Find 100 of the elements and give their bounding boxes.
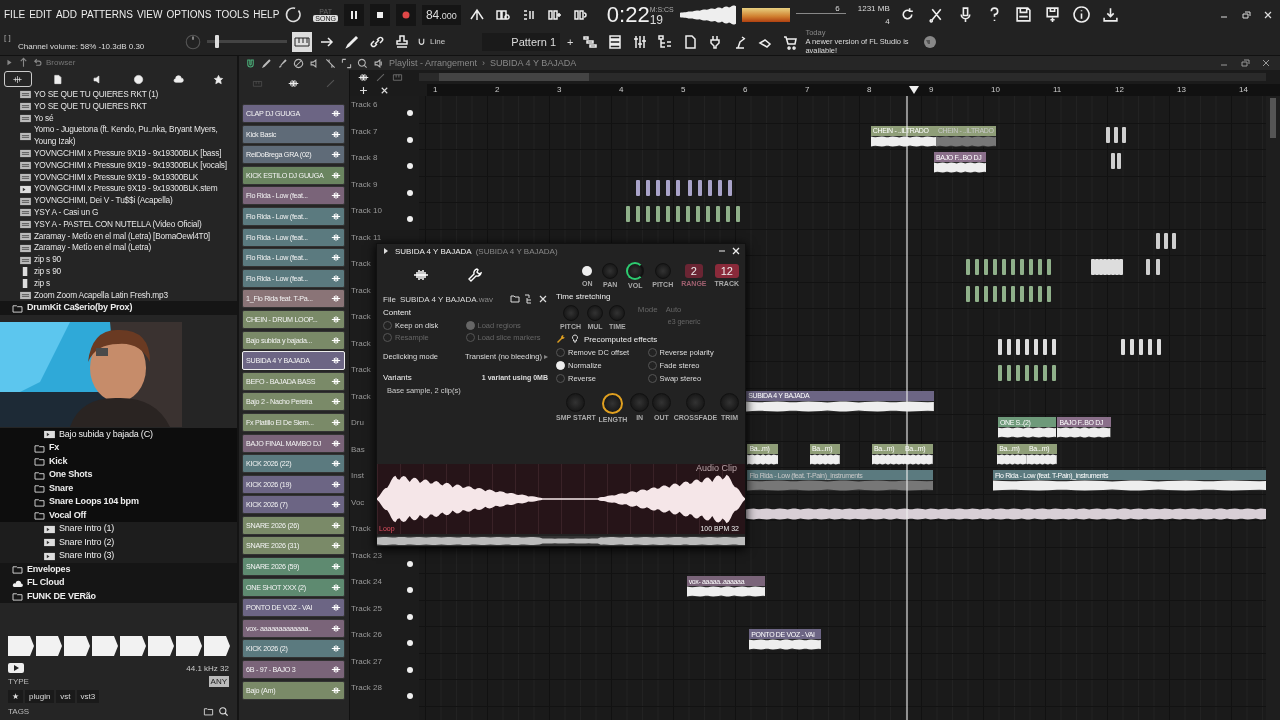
pattern-block[interactable] bbox=[1148, 338, 1152, 355]
track-name[interactable]: Track 7 bbox=[351, 126, 378, 136]
track-name[interactable]: Track bbox=[351, 259, 371, 268]
pattern-block[interactable] bbox=[718, 179, 722, 196]
folder-item[interactable]: FL Cloud bbox=[0, 576, 237, 590]
pattern-block[interactable] bbox=[984, 285, 988, 302]
pattern-block[interactable] bbox=[1029, 285, 1033, 302]
piano-roll-button[interactable] bbox=[292, 31, 312, 52]
pattern-block[interactable] bbox=[1106, 126, 1110, 143]
tempo-field[interactable]: 84.000 bbox=[421, 4, 461, 25]
speaker-icon[interactable] bbox=[309, 57, 320, 69]
browser-file[interactable]: Zoom Zoom Acapella Latin Fresh.mp3 bbox=[0, 289, 237, 302]
pattern-block[interactable] bbox=[646, 179, 650, 196]
tag-chip[interactable]: ★ bbox=[8, 690, 23, 703]
tree-item[interactable]: Snare Loops 104 bpm bbox=[0, 495, 237, 509]
save-icon[interactable] bbox=[1014, 6, 1032, 23]
track-enable-dot[interactable] bbox=[407, 693, 413, 699]
track-name[interactable]: Track 24 bbox=[351, 577, 382, 586]
pattern-block[interactable] bbox=[1016, 338, 1020, 355]
info-icon[interactable] bbox=[1072, 6, 1090, 23]
track-enable-dot[interactable] bbox=[407, 110, 413, 116]
track-name[interactable]: Track 6 bbox=[351, 100, 378, 109]
track-enable-dot[interactable] bbox=[407, 587, 413, 593]
pattern-block[interactable] bbox=[1038, 285, 1042, 302]
track-enable-dot[interactable] bbox=[407, 189, 413, 196]
track-name[interactable]: Track 23 bbox=[351, 550, 382, 560]
browser-file[interactable]: Zaramay - Metío en el mal (Letra) [BomaOewl4T0] bbox=[0, 230, 237, 243]
tree-item[interactable]: One Shots bbox=[0, 468, 237, 482]
browser-file[interactable]: YOVNGCHIMI x Pressure 9X19 - 9x19300BLK [vocals] bbox=[0, 159, 237, 172]
menu-item[interactable]: EDIT bbox=[29, 9, 52, 20]
pattern-block[interactable] bbox=[998, 338, 1002, 355]
menu-item[interactable]: TOOLS bbox=[215, 9, 250, 20]
play-icon[interactable] bbox=[8, 663, 24, 673]
pattern-block[interactable] bbox=[1157, 338, 1161, 355]
restore-icon[interactable] bbox=[1240, 58, 1250, 68]
pattern-block[interactable] bbox=[688, 179, 692, 196]
menu-item[interactable]: FILE bbox=[4, 9, 26, 20]
pattern-selector[interactable]: Pattern 1 bbox=[482, 32, 560, 51]
playhead-marker[interactable] bbox=[909, 86, 920, 94]
select-icon[interactable] bbox=[341, 57, 352, 69]
menu-item[interactable]: VIEW bbox=[136, 9, 163, 20]
search-icon[interactable] bbox=[218, 706, 229, 717]
wrench-icon[interactable] bbox=[556, 334, 566, 344]
pattern-block[interactable] bbox=[1172, 232, 1176, 249]
tree-item[interactable]: Bajo subida y bajada (C) bbox=[0, 427, 237, 442]
track-name[interactable]: Track 11 bbox=[351, 232, 382, 242]
menu-item[interactable]: HELP bbox=[253, 9, 280, 20]
tree-item[interactable]: Fx bbox=[0, 441, 237, 455]
record-button[interactable] bbox=[395, 3, 416, 26]
track-name[interactable]: Track bbox=[351, 391, 371, 401]
pattern-block[interactable] bbox=[1043, 338, 1047, 355]
back-icon[interactable] bbox=[32, 57, 43, 68]
track-name[interactable]: Track 25 bbox=[351, 603, 382, 613]
browser-file[interactable]: zip s 90 bbox=[0, 254, 237, 266]
browser-file[interactable]: YOVNGCHIMI x Pressure 9X19 - 9x19300BLK bbox=[0, 171, 237, 184]
track-enable-dot[interactable] bbox=[407, 640, 413, 646]
pattern-block[interactable] bbox=[1121, 338, 1125, 355]
pattern-block[interactable] bbox=[1034, 338, 1038, 355]
track-name[interactable]: Track bbox=[351, 285, 371, 295]
pattern-block[interactable] bbox=[1002, 285, 1006, 302]
track-enable-dot[interactable] bbox=[407, 163, 413, 169]
overview-scrollbar[interactable] bbox=[419, 73, 1266, 81]
browser-file[interactable]: YO SE QUE TU QUIERES RKT bbox=[0, 100, 237, 113]
brush-icon[interactable] bbox=[277, 57, 288, 69]
bulb-icon[interactable] bbox=[570, 334, 580, 344]
browser-file[interactable]: zip s 90 bbox=[0, 265, 237, 278]
mute-icon[interactable] bbox=[293, 57, 304, 69]
track-name[interactable]: Track bbox=[351, 365, 371, 374]
audio-waveform[interactable] bbox=[746, 507, 1266, 520]
add-icon[interactable] bbox=[358, 84, 369, 96]
browser-file[interactable]: YOVNGCHIMI, Dei V - Tu$$i (Acapella) bbox=[0, 195, 237, 207]
browser-file[interactable]: YOVNGCHIMI x Pressure 9X19 - 9x19300BLK.stem bbox=[0, 183, 237, 196]
pattern-block[interactable] bbox=[1007, 338, 1011, 355]
browser-file[interactable]: Zaramay - Metío en el mal (Letra) bbox=[0, 242, 237, 255]
pattern-block[interactable] bbox=[993, 285, 997, 302]
tree-item[interactable]: Snare bbox=[0, 481, 237, 496]
tree-item[interactable]: Snare Intro (1) bbox=[0, 522, 237, 536]
track-name[interactable]: Inst bbox=[351, 471, 364, 480]
add-pattern-button[interactable]: + bbox=[565, 35, 576, 48]
pattern-block[interactable] bbox=[1011, 285, 1015, 302]
pattern-block[interactable] bbox=[698, 179, 702, 196]
pattern-block[interactable] bbox=[666, 179, 670, 196]
menu-item[interactable]: ADD bbox=[55, 9, 78, 20]
pattern-block[interactable] bbox=[1130, 338, 1134, 355]
browser-file[interactable]: Yomo - Juguetona (ft. Kendo, Pu..nka, Bryant Myers, Young Izak) bbox=[0, 124, 237, 148]
folder-item[interactable]: DrumKit Ca$erio(by Prox) bbox=[0, 301, 237, 315]
pause-button[interactable] bbox=[343, 3, 364, 26]
menu-item[interactable]: OPTIONS bbox=[166, 9, 212, 20]
slice-icon[interactable] bbox=[325, 57, 336, 69]
range-field[interactable]: 2 bbox=[684, 263, 703, 278]
track-name[interactable]: Track 10 bbox=[351, 206, 382, 215]
tag-chip[interactable]: plugin bbox=[25, 690, 55, 703]
track-name[interactable]: Track 9 bbox=[351, 179, 378, 189]
track-name[interactable]: Track 26 bbox=[351, 630, 382, 639]
track-name[interactable]: Bas bbox=[351, 444, 365, 454]
pattern-block[interactable] bbox=[708, 179, 712, 196]
type-filter[interactable]: ANY bbox=[208, 676, 229, 687]
knob[interactable] bbox=[602, 393, 624, 414]
pattern-block[interactable] bbox=[1164, 232, 1168, 249]
stop-button[interactable] bbox=[369, 3, 390, 26]
